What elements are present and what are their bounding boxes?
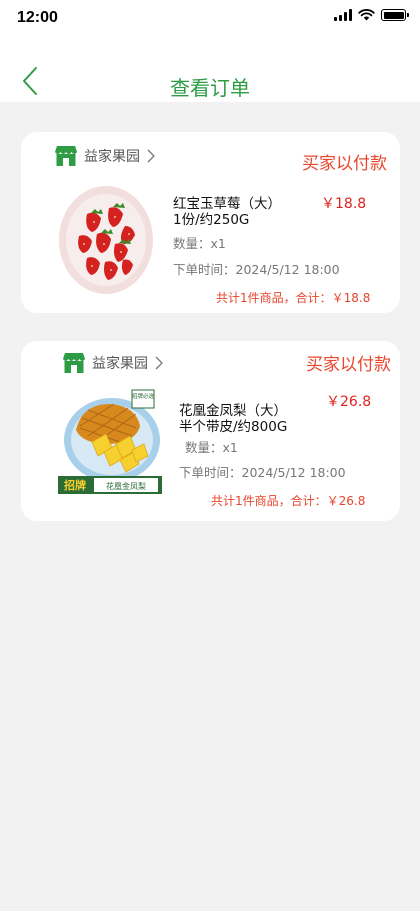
quantity: 数量：x1 [185,440,238,455]
shop-link[interactable]: 益家果园 [54,145,155,167]
product-name[interactable]: 红宝玉草莓（大） 1份/约250G [173,196,281,228]
order-card[interactable]: 益家果园 买家以付款 红宝玉草莓（大） 1份/约250G ￥18.8 数量：x1… [21,132,400,313]
pineapple-image: 招牌必选 招牌 花凰金凤梨 [58,388,162,494]
image-caption-text: 花凰金凤梨 [106,481,146,491]
product-spec: 1份/约250G [173,212,250,228]
cellular-signal-icon [334,9,352,21]
status-time: 12:00 [17,9,58,26]
product-name-line1: 花凰金凤梨（大） [179,403,287,419]
wifi-icon [358,9,375,21]
shop-link[interactable]: 益家果园 [62,352,163,374]
badge-main-text: 招牌 [64,478,86,492]
shop-name: 益家果园 [84,149,140,165]
store-icon [55,146,77,166]
order-summary: 共计1件商品，合计：￥18.8 [216,291,371,305]
store-icon [63,353,85,373]
order-time: 下单时间：2024/5/12 18:00 [179,465,346,480]
product-price: ￥26.8 [326,394,372,410]
badge-tag-text: 招牌必选 [132,392,155,400]
product-name-line1: 红宝玉草莓（大） [173,196,281,212]
chevron-right-icon [155,356,163,370]
product-image[interactable] [57,184,155,296]
nav-bar: 查看订单 [0,40,420,102]
shop-name: 益家果园 [92,356,148,372]
order-time: 下单时间：2024/5/12 18:00 [173,262,340,277]
strawberry-image [59,186,153,294]
battery-icon [381,9,409,21]
chevron-right-icon [147,149,155,163]
product-price: ￥18.8 [321,196,367,212]
product-image[interactable]: 招牌必选 招牌 花凰金凤梨 [58,388,162,494]
order-card[interactable]: 益家果园 买家以付款 招牌必选 招牌 花凰金凤梨 花凰金凤梨（大） 半个带皮/约… [21,341,400,521]
order-summary: 共计1件商品，合计：￥26.8 [211,494,366,508]
order-status: 买家以付款 [302,154,387,174]
page-title: 查看订单 [170,76,250,100]
order-status: 买家以付款 [306,355,391,375]
quantity: 数量：x1 [173,236,226,251]
product-spec: 半个带皮/约800G [179,419,288,435]
product-name[interactable]: 花凰金凤梨（大） 半个带皮/约800G [179,403,287,435]
status-bar: 12:00 [0,0,420,40]
status-icons [334,9,409,21]
